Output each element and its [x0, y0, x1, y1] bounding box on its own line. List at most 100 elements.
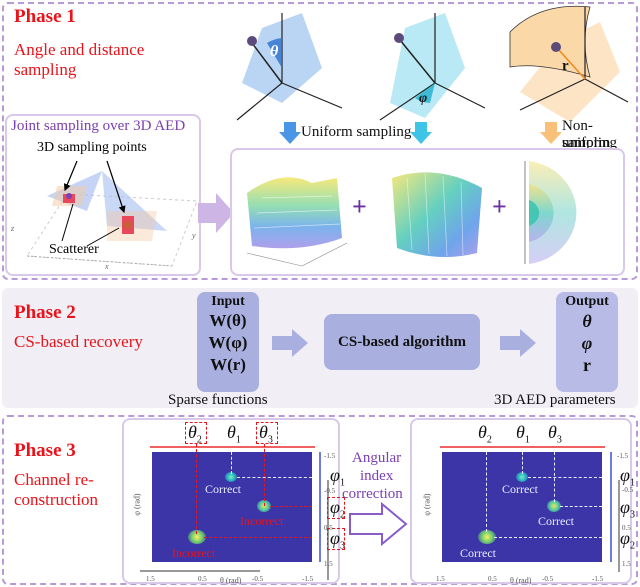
correction-label-1: Angular — [352, 450, 402, 466]
input-w-r: W(r) — [210, 355, 246, 374]
right-phi-axis-line — [618, 480, 620, 572]
left-theta2-highlight — [185, 422, 207, 444]
joint-sampling-illustration — [26, 160, 198, 267]
sampling-plots-panel: + + — [230, 148, 625, 276]
right-guide-theta2 — [486, 452, 487, 532]
r-symbol: r — [562, 58, 569, 74]
left-guide-phi2 — [270, 506, 312, 507]
right-x-tick: 1.5 — [436, 575, 445, 583]
phase1-flow-arrow — [198, 193, 234, 233]
output-theta: θ — [582, 311, 592, 331]
left-x-tick: 1.5 — [146, 575, 155, 583]
phase1-subtitle-line1: Angle and distance — [14, 40, 145, 59]
phase1-title: Phase 1 — [14, 6, 76, 27]
left-heatmap: Correct Incorrect Incorrect — [152, 444, 312, 562]
phase3-title: Phase 3 — [14, 440, 76, 461]
left-x-tick: -1.5 — [302, 575, 314, 583]
correction-label-3: correction — [342, 486, 403, 502]
plus-1: + — [352, 192, 367, 221]
left-note-correct: Correct — [205, 482, 241, 496]
output-r: r — [583, 355, 591, 375]
right-y-tick: -1.5 — [617, 452, 629, 460]
left-y-tick: 1.5 — [324, 560, 333, 568]
theta-icon: θ — [236, 13, 342, 121]
right-heatmap-panel: θ2 θ1 θ3 Correct Correct Correct φ1 φ3 φ… — [410, 418, 635, 585]
phi-sampling-surfaces — [392, 172, 482, 257]
scatterer-label: Scatterer — [49, 242, 99, 257]
left-guide-theta2 — [196, 444, 197, 534]
left-bottom-axis-line — [140, 570, 260, 572]
output-phi: φ — [581, 333, 593, 353]
left-y-tick: -1.5 — [324, 452, 336, 460]
input-w-phi: W(φ) — [208, 333, 248, 352]
right-x-tick: -0.5 — [542, 575, 554, 583]
axis-y-label: y — [192, 231, 196, 240]
uniform-sampling-label: Uniform sampling — [301, 124, 412, 140]
right-y-tick: 1.5 — [622, 560, 631, 568]
right-y-tick: -0.5 — [622, 486, 634, 494]
cs-algorithm-block: CS-based algorithm — [324, 314, 480, 370]
axis-z-label: z — [11, 224, 15, 233]
right-y-tick: 0.5 — [622, 524, 631, 532]
right-xlabel: θ (rad) — [510, 576, 532, 585]
left-ylabel: φ (rad) — [132, 493, 142, 516]
output-heading: Output — [565, 294, 609, 309]
left-theta3-highlight — [256, 422, 278, 444]
algorithm-to-output-arrow — [500, 329, 536, 357]
left-guide-phi3 — [204, 537, 312, 538]
theta-symbol: θ — [270, 43, 279, 60]
right-note-correct-3: Correct — [460, 546, 496, 560]
phase3-subtitle-line2: construction — [14, 490, 99, 509]
right-theta3-label: θ3 — [548, 422, 562, 446]
left-note-incorrect-1: Incorrect — [240, 514, 284, 528]
left-y-tick: 0.5 — [324, 524, 333, 532]
right-guide-phi3 — [560, 506, 602, 507]
left-heatmap-panel: θ2 θ1 θ3 Correct Incorrect Incorrect φ1 … — [122, 418, 345, 585]
left-y-tick: -0.5 — [324, 487, 336, 495]
input-heading: Input — [211, 294, 245, 309]
right-guide-theta3 — [554, 452, 555, 502]
right-guide-phi1 — [528, 477, 602, 478]
left-note-incorrect-2: Incorrect — [172, 546, 216, 560]
distance-sampling-shells — [524, 161, 577, 264]
distance-r-icon: r — [509, 5, 629, 122]
phase2-title: Phase 2 — [14, 302, 76, 323]
input-w-theta: W(θ) — [209, 311, 247, 330]
phase2-subtitle: CS-based recovery — [14, 332, 143, 351]
right-heatmap: Correct Correct Correct — [442, 452, 602, 562]
right-ylabel: φ (rad) — [422, 493, 432, 516]
left-right-axis-line — [319, 452, 321, 562]
joint-sampling-panel: Joint sampling over 3D AED 3D sampling p… — [5, 114, 201, 276]
left-xlabel: θ (rad) — [220, 576, 242, 585]
nonuniform-arrow-r — [540, 122, 562, 144]
right-theta2-label: θ2 — [478, 422, 492, 446]
right-phi3-label: φ3 — [620, 497, 635, 521]
right-theta1-label: θ1 — [516, 422, 530, 446]
output-block: Output θ φ r — [556, 292, 618, 392]
aed-parameters-caption: 3D AED parameters — [494, 392, 616, 408]
left-x-tick: 0.5 — [198, 575, 207, 583]
right-x-tick: -1.5 — [592, 575, 604, 583]
right-note-correct-1: Correct — [502, 482, 538, 496]
sparse-functions-caption: Sparse functions — [168, 392, 268, 408]
left-guide-theta3 — [264, 444, 265, 506]
right-x-tick: 0.5 — [488, 575, 497, 583]
phase3-subtitle-line1: Channel re- — [14, 470, 94, 489]
plus-2: + — [492, 192, 507, 221]
uniform-arrow-phi — [410, 122, 432, 144]
phi-symbol: φ — [419, 91, 427, 106]
right-right-axis-line — [610, 452, 612, 562]
left-x-tick: -0.5 — [252, 575, 264, 583]
input-to-algorithm-arrow — [272, 329, 308, 357]
phase1-subtitle-line2: sampling — [14, 60, 77, 79]
cs-algorithm-label: CS-based algorithm — [338, 334, 466, 350]
phi-icon: φ — [379, 13, 485, 121]
left-top-axis-line — [150, 446, 315, 448]
correction-arrow — [349, 502, 408, 546]
uniform-arrow-theta — [279, 122, 301, 144]
left-guide-theta1 — [231, 452, 232, 474]
right-guide-theta1 — [522, 452, 523, 474]
axis-x-label: x — [105, 262, 109, 271]
right-top-axis-line — [440, 446, 605, 448]
sampling-point-2 — [124, 221, 132, 229]
